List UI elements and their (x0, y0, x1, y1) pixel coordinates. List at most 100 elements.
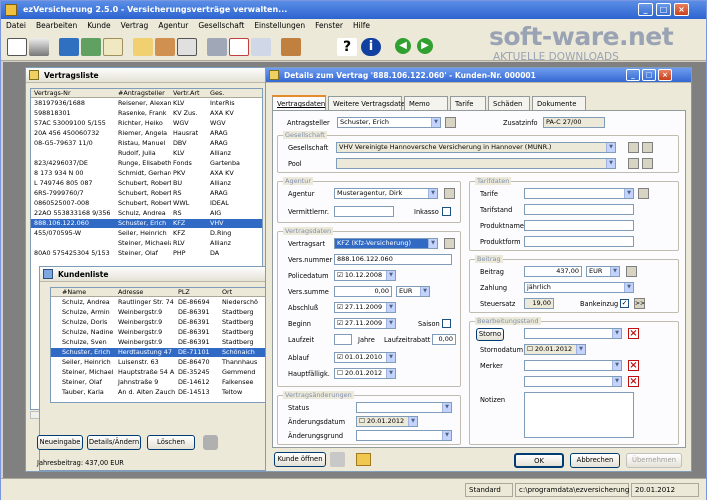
table-row[interactable]: 22AO 553833168 9/356 Schulz, Andrea RS AIG (31, 209, 262, 218)
table-row[interactable]: L 749746 805 087 Schubert, Robert BU Allian… (31, 179, 262, 188)
dropdown-arrow-icon[interactable]: ▼ (386, 319, 395, 328)
bankeinzug-checkbox[interactable]: ✓ (620, 299, 629, 308)
delete-icon[interactable]: × (628, 328, 639, 339)
dropdown-arrow-icon[interactable]: ▼ (610, 267, 619, 276)
settings-icon[interactable] (203, 435, 218, 450)
saison-checkbox[interactable] (442, 319, 451, 328)
stornodatum-field[interactable]: ☐ 20.01.2012 ▼ (524, 344, 586, 355)
person-icon[interactable] (444, 188, 455, 199)
arrow-left-icon[interactable]: ◀ (395, 38, 411, 54)
new-customer-button[interactable]: Neueingabe (37, 435, 83, 450)
aenderungsgrund-select[interactable]: ▼ (356, 430, 452, 441)
storno-button[interactable]: Storno (476, 328, 504, 341)
people-icon[interactable] (155, 38, 175, 56)
verssumme-field[interactable]: 0,00 (334, 286, 392, 297)
document-icon[interactable] (177, 38, 197, 56)
dropdown-arrow-icon[interactable]: ▼ (442, 403, 451, 412)
dropdown-arrow-icon[interactable]: ▼ (606, 159, 615, 168)
person-icon[interactable] (445, 117, 456, 128)
tarife-select[interactable]: ▼ (524, 188, 634, 199)
menu-item-6[interactable]: Einstellungen (249, 21, 310, 30)
laufzeitrabatt-field[interactable]: 0,00 (432, 334, 456, 345)
verssumme-currency-select[interactable]: EUR ▼ (396, 286, 430, 297)
filter-icon[interactable] (29, 38, 49, 56)
arrow-right-icon[interactable]: ▶ (417, 38, 433, 54)
pool-select[interactable]: ▼ (336, 158, 616, 169)
table-row[interactable]: #Name Adresse PLZ Ort (51, 288, 269, 297)
dropdown-arrow-icon[interactable]: ▼ (624, 189, 633, 198)
dropdown-arrow-icon[interactable]: ▼ (428, 239, 437, 248)
table-row[interactable]: Steiner, Michaela RLV Allianz (31, 239, 262, 248)
table-row[interactable]: 0860525007-008 Schubert, Robert WWL IDEAL (31, 199, 262, 208)
delete-icon[interactable]: × (628, 376, 639, 387)
dropdown-arrow-icon[interactable]: ▼ (408, 417, 417, 426)
table-row[interactable]: Rudolf, Julia KLV Allianz (31, 149, 262, 158)
table-row[interactable]: 80A0 575425304 5/153 Steiner, Olaf PHP DA (31, 249, 262, 258)
tab-4[interactable]: Schäden (488, 96, 530, 110)
table-row[interactable]: 8 173 934 N 00 Schmidt, Gerhardt PKV AXA KV (31, 169, 262, 178)
book-icon[interactable] (281, 38, 301, 56)
beitrag-field[interactable]: 437,00 (524, 266, 582, 277)
abschluss-field[interactable]: ☑ 27.11.2009 ▼ (334, 302, 396, 313)
produktform-field[interactable] (524, 236, 634, 247)
dropdown-arrow-icon[interactable]: ▼ (386, 303, 395, 312)
question-icon[interactable]: ? (337, 38, 357, 56)
tab-1[interactable]: Weitere Vertragsdaten (328, 96, 409, 110)
antragsteller-select[interactable]: Schuster, Erich ▼ (337, 117, 441, 128)
merker-select-2[interactable]: ▼ (524, 376, 622, 387)
table-row[interactable]: 6RS-7999760/7 Schubert, Robert RS ARAG (31, 189, 262, 198)
tab-3[interactable]: Tarife (450, 96, 486, 110)
info-icon[interactable] (642, 158, 653, 169)
ok-button[interactable]: OK (514, 453, 564, 468)
table-row[interactable]: 20A 456 450060732 Riemer, Angela Hausrat AR… (31, 129, 262, 138)
document-icon[interactable] (103, 38, 123, 56)
delete-icon[interactable]: × (628, 360, 639, 371)
tab-0[interactable]: Vertragsdaten (272, 95, 326, 110)
dropdown-arrow-icon[interactable]: ▼ (420, 287, 429, 296)
table-row[interactable]: Schulze, Doris Weinbergstr.9 DE-86391 Stadt… (51, 318, 269, 327)
dropdown-arrow-icon[interactable]: ▼ (606, 143, 615, 152)
dropdown-arrow-icon[interactable]: ▼ (428, 189, 437, 198)
cancel-button[interactable]: Abbrechen (570, 453, 620, 468)
table-row[interactable]: 38197936/1688 Reisener, AlexanderKLV Inter… (31, 99, 262, 108)
menu-item-3[interactable]: Vertrag (116, 21, 154, 30)
table-row[interactable]: 888.106.122.060 Schuster, Erich KFZ VHV (31, 219, 262, 228)
building-icon[interactable] (628, 158, 639, 169)
menu-item-7[interactable]: Fenster (310, 21, 348, 30)
dropdown-arrow-icon[interactable]: ▼ (576, 345, 585, 354)
edit-customer-button[interactable]: Details/Ändern (87, 435, 141, 450)
table-row[interactable]: Schuster, Erich Herdtaustung 47 DE-71101 Sc… (51, 348, 269, 357)
chevron-right-icon[interactable]: >> (634, 298, 645, 309)
people-icon[interactable] (81, 38, 101, 56)
table-row[interactable]: Schulze, Armin Weinbergstr.9 DE-86391 Stadt… (51, 308, 269, 317)
vertragsart-select[interactable]: KFZ (Kfz-Versicherung) ▼ (334, 238, 438, 249)
table-row[interactable]: Steiner, Michaela Hauptstraße 54 A DE-3524… (51, 368, 269, 377)
merker-select-1[interactable]: ▼ (524, 360, 622, 371)
menu-item-1[interactable]: Bearbeiten (31, 21, 82, 30)
menu-item-8[interactable]: Hilfe (348, 21, 375, 30)
dropdown-arrow-icon[interactable]: ▼ (386, 369, 395, 378)
dropdown-arrow-icon[interactable]: ▼ (386, 271, 395, 280)
table-row[interactable]: Schulz, Andrea Rautlinger Str. 74 DE-86694… (51, 298, 269, 307)
dropdown-arrow-icon[interactable]: ▼ (612, 377, 621, 386)
table-row[interactable]: 57AC 53009100 5/155 Richter, Heiko WGV WGV (31, 119, 262, 128)
storno-select[interactable]: ▼ (524, 328, 622, 339)
agentur-select[interactable]: Musteragentur, Dirk ▼ (334, 188, 438, 199)
menu-item-5[interactable]: Gesellschaft (193, 21, 249, 30)
notizen-textarea[interactable] (524, 392, 634, 438)
book-icon[interactable] (59, 38, 79, 56)
status-select[interactable]: ▼ (356, 402, 452, 413)
calculator-icon[interactable] (207, 38, 227, 56)
delete-customer-button[interactable]: Löschen (147, 435, 195, 450)
versnummer-field[interactable]: 888.106.122.060 (334, 254, 452, 265)
zahlung-select[interactable]: jährlich ▼ (524, 282, 634, 293)
beitrag-currency-select[interactable]: EUR ▼ (586, 266, 620, 277)
apply-button[interactable]: Übernehmen (626, 453, 682, 468)
ablauf-field[interactable]: ☑ 01.01.2010 ▼ (334, 352, 396, 363)
calendar-icon[interactable] (229, 38, 249, 56)
building-icon[interactable] (628, 142, 639, 153)
policedatum-field[interactable]: ☑ 10.12.2008 ▼ (334, 270, 396, 281)
dropdown-arrow-icon[interactable]: ▼ (442, 431, 451, 440)
beginn-field[interactable]: ☑ 27.11.2009 ▼ (334, 318, 396, 329)
table-row[interactable]: 598818301 Rasenke, Frank KV Zus. AXA KV (31, 109, 262, 118)
